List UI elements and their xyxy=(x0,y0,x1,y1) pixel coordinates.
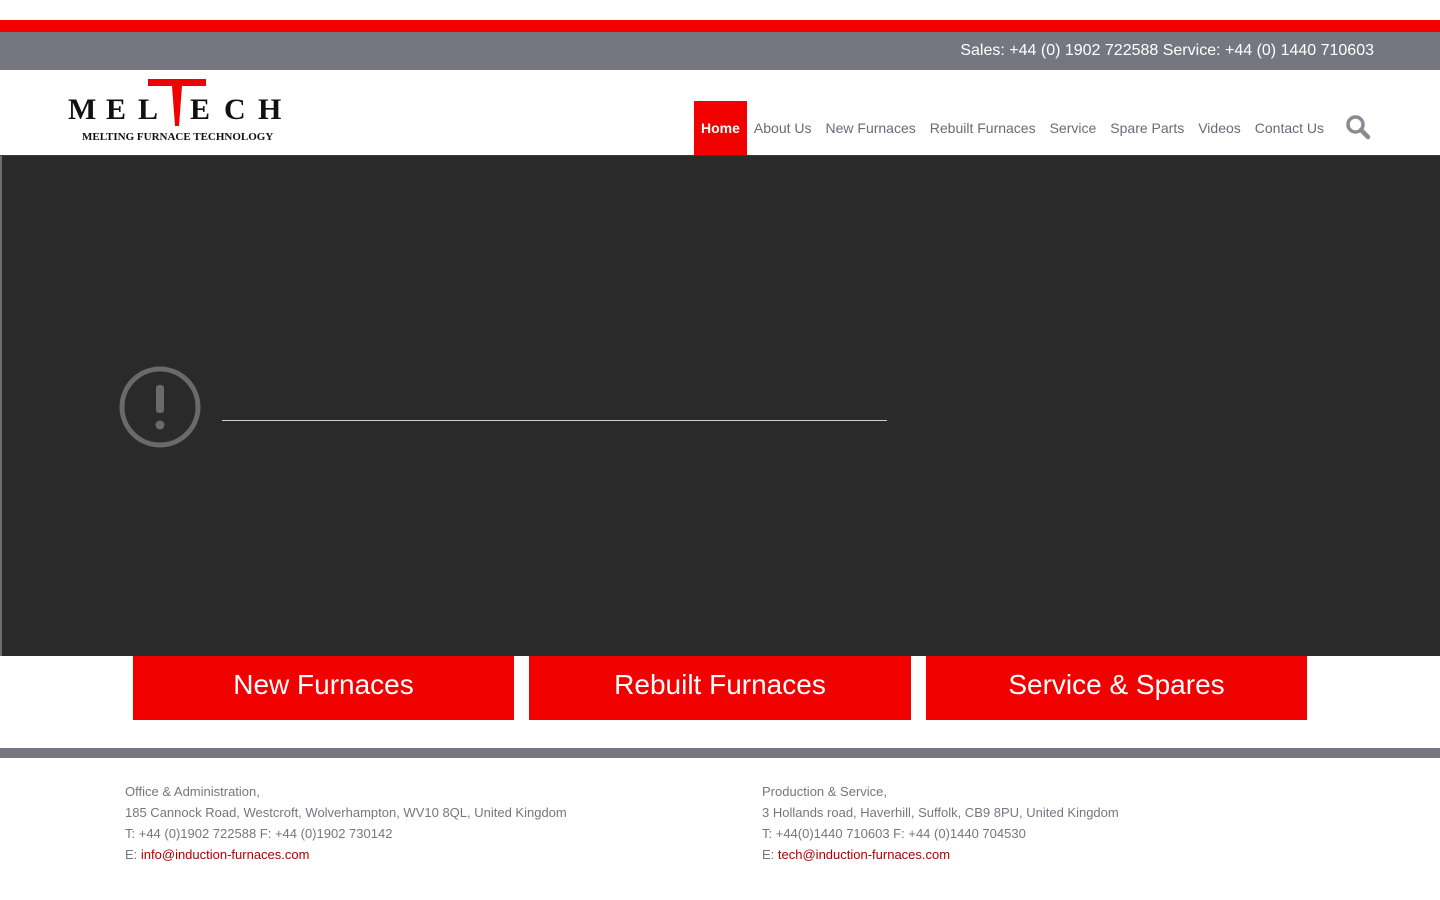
office-title: Office & Administration, xyxy=(125,784,260,799)
office-email-link[interactable]: info@induction-furnaces.com xyxy=(141,847,310,862)
rebuilt-furnaces-button[interactable]: Rebuilt Furnaces xyxy=(529,656,911,720)
office-address-block: Office & Administration, 185 Cannock Roa… xyxy=(125,781,567,865)
production-phone: T: +44(0)1440 710603 F: +44 (0)1440 7045… xyxy=(762,826,1026,841)
error-icon xyxy=(118,365,202,449)
contact-numbers: Sales: +44 (0) 1902 722588 Service: +44 … xyxy=(960,42,1374,59)
nav-contact-us[interactable]: Contact Us xyxy=(1248,101,1331,155)
production-email-line: E: tech@induction-furnaces.com xyxy=(762,844,1119,865)
site-header: M E L E C H MELTING FURNACE TECHNOLOGY H… xyxy=(0,70,1440,156)
meltech-logo[interactable]: M E L E C H MELTING FURNACE TECHNOLOGY xyxy=(68,78,282,144)
nav-service[interactable]: Service xyxy=(1043,101,1104,155)
production-title: Production & Service, xyxy=(762,784,888,799)
logo-letter-h: H xyxy=(258,93,281,126)
nav-about-us[interactable]: About Us xyxy=(747,101,819,155)
logo-letter-c: C xyxy=(224,93,246,126)
logo-letter-l: L xyxy=(138,93,158,126)
main-nav: Home About Us New Furnaces Rebuilt Furna… xyxy=(694,101,1331,155)
nav-home[interactable]: Home xyxy=(694,101,747,155)
footer-divider xyxy=(0,748,1440,758)
nav-videos[interactable]: Videos xyxy=(1191,101,1248,155)
service-spares-button[interactable]: Service & Spares xyxy=(926,656,1307,720)
page: Sales: +44 (0) 1902 722588 Service: +44 … xyxy=(0,0,1440,900)
office-phone: T: +44 (0)1902 722588 F: +44 (0)1902 730… xyxy=(125,826,393,841)
production-email-link[interactable]: tech@induction-furnaces.com xyxy=(778,847,950,862)
video-error-divider xyxy=(222,420,887,421)
video-player[interactable] xyxy=(0,156,1440,656)
logo-tagline: MELTING FURNACE TECHNOLOGY xyxy=(82,131,273,143)
production-address-block: Production & Service, 3 Hollands road, H… xyxy=(762,781,1119,865)
production-address: 3 Hollands road, Haverhill, Suffolk, CB9… xyxy=(762,805,1119,820)
nav-rebuilt-furnaces[interactable]: Rebuilt Furnaces xyxy=(923,101,1043,155)
red-top-stripe xyxy=(0,20,1440,32)
search-icon[interactable] xyxy=(1345,114,1371,140)
nav-new-furnaces[interactable]: New Furnaces xyxy=(819,101,923,155)
logo-letter-m: M xyxy=(68,93,96,126)
nav-spare-parts[interactable]: Spare Parts xyxy=(1103,101,1191,155)
office-email-line: E: info@induction-furnaces.com xyxy=(125,844,567,865)
new-furnaces-button[interactable]: New Furnaces xyxy=(133,656,514,720)
office-email-prefix: E: xyxy=(125,847,141,862)
office-address: 185 Cannock Road, Westcroft, Wolverhampt… xyxy=(125,805,567,820)
production-email-prefix: E: xyxy=(762,847,778,862)
logo-letter-e: E xyxy=(106,93,126,126)
contact-bar: Sales: +44 (0) 1902 722588 Service: +44 … xyxy=(0,32,1440,70)
logo-letter-e2: E xyxy=(190,93,210,126)
